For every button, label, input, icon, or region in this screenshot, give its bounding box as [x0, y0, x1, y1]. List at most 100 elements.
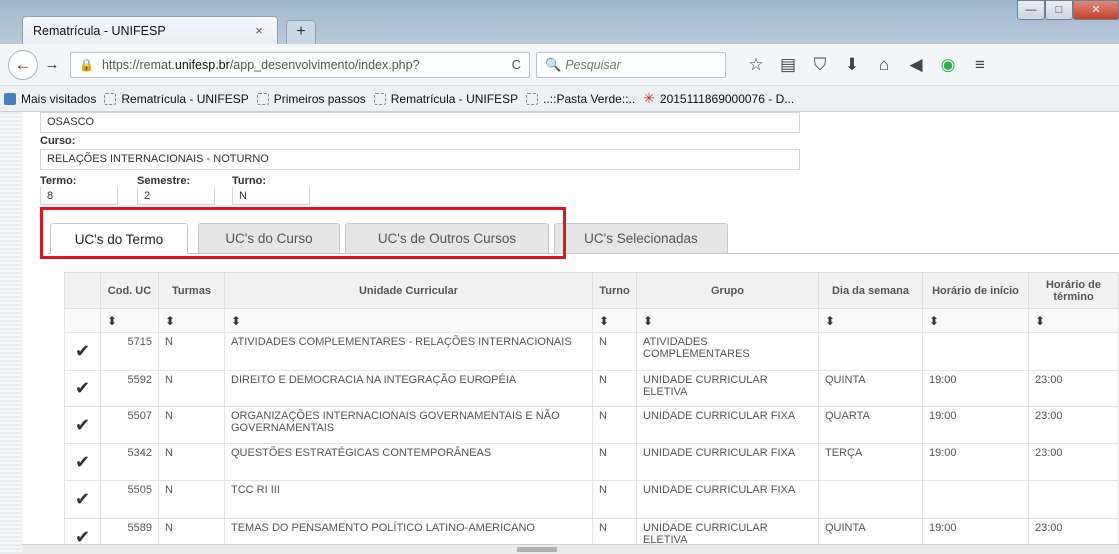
header-horario-inicio[interactable]: Horário de início	[922, 272, 1029, 309]
header-horario-termino[interactable]: Horário de término	[1028, 272, 1119, 309]
sort-icon[interactable]: ⬍	[100, 308, 159, 333]
reading-list-icon[interactable]: ▤	[772, 55, 804, 75]
page-icon	[104, 92, 117, 105]
window-close-button[interactable]: ✕	[1073, 0, 1119, 20]
header-dia-semana[interactable]: Dia da semana	[818, 272, 923, 309]
check-icon[interactable]: ✔	[64, 480, 101, 519]
asterisk-icon: ✳	[643, 90, 655, 106]
tab-title: Rematrícula - UNIFESP	[33, 23, 166, 38]
table-row[interactable]: ✔ 5342 N QUESTÕES ESTRATÉGICAS CONTEMPOR…	[64, 443, 1119, 481]
url-prefix: https://remat.	[101, 57, 175, 72]
scrollbar-thumb[interactable]	[517, 547, 557, 552]
cell-grupo: UNIDADE CURRICULAR FIXA	[636, 480, 819, 519]
bookmarks-bar: Mais visitados Rematrícula - UNIFESP Pri…	[0, 86, 1119, 112]
table-header-row: Cod. UC Turmas Unidade Curricular Turno …	[64, 272, 1119, 309]
uc-table: Cod. UC Turmas Unidade Curricular Turno …	[64, 272, 1119, 554]
cell-termino: 23:00	[1028, 443, 1119, 481]
table-row[interactable]: ✔ 5715 N ATIVIDADES COMPLEMENTARES - REL…	[64, 332, 1119, 371]
header-cod-uc[interactable]: Cod. UC	[100, 272, 159, 309]
bookmark-rematricula-1[interactable]: Rematrícula - UNIFESP	[104, 92, 249, 106]
cell-uc: QUESTÕES ESTRATÉGICAS CONTEMPORÂNEAS	[224, 443, 593, 481]
minimize-button[interactable]: —	[1017, 0, 1045, 20]
close-tab-icon[interactable]: ×	[251, 23, 267, 38]
reload-icon[interactable]: C	[512, 57, 521, 72]
bookmark-primeiros-passos[interactable]: Primeiros passos	[256, 91, 366, 106]
url-host: unifesp.br	[174, 57, 230, 72]
search-bar[interactable]: 🔍	[536, 51, 726, 78]
bookmark-label: Primeiros passos	[273, 91, 366, 106]
table-row[interactable]: ✔ 5507 N ORGANIZAÇÕES INTERNACIONAIS GOV…	[64, 406, 1119, 444]
turno-field: N	[232, 187, 310, 205]
header-turmas[interactable]: Turmas	[158, 272, 225, 309]
sort-icon[interactable]: ⬍	[818, 308, 923, 333]
highlight-box	[40, 207, 566, 259]
forward-button[interactable]: →	[40, 56, 64, 73]
sort-icon[interactable]: ⬍	[224, 308, 593, 333]
bookmark-label: ..::Pasta Verde::..	[543, 91, 636, 106]
check-icon[interactable]: ✔	[64, 370, 101, 407]
cell-cod: 5505	[100, 480, 159, 519]
cell-dia: TERÇA	[818, 443, 923, 481]
sort-icon[interactable]: ⬍	[636, 308, 819, 333]
check-icon[interactable]: ✔	[64, 406, 101, 444]
download-icon[interactable]: ⬇	[836, 55, 868, 75]
table-row[interactable]: ✔ 5592 N DIREITO E DEMOCRACIA NA INTEGRA…	[64, 370, 1119, 407]
bookmark-label: Mais visitados	[21, 91, 97, 106]
semestre-field: 2	[137, 187, 215, 205]
termo-field: 8	[40, 187, 118, 205]
bookmark-star-icon[interactable]: ☆	[740, 55, 772, 75]
sort-icon[interactable]: ⬍	[592, 308, 637, 333]
bookmark-mais-visitados[interactable]: Mais visitados	[4, 92, 96, 106]
maximize-button[interactable]: □	[1045, 0, 1073, 20]
left-gutter	[0, 112, 22, 554]
cell-dia	[818, 332, 923, 371]
table-row[interactable]: ✔ 5505 N TCC RI III N UNIDADE CURRICULAR…	[64, 480, 1119, 519]
cell-uc: ATIVIDADES COMPLEMENTARES - RELAÇÕES INT…	[224, 332, 593, 371]
cell-inicio	[922, 332, 1029, 371]
sort-icon[interactable]: ⬍	[1028, 308, 1119, 333]
pocket-icon[interactable]: ⛉	[804, 55, 836, 75]
cell-grupo: UNIDADE CURRICULAR FIXA	[636, 406, 819, 444]
sort-icon[interactable]: ⬍	[158, 308, 225, 333]
cell-turno: N	[592, 480, 637, 519]
termo-label: Termo:	[40, 175, 77, 187]
cell-turno: N	[592, 406, 637, 444]
new-tab-button[interactable]: +	[286, 20, 316, 44]
cell-turmas: N	[158, 443, 225, 481]
tab-ucs-selecionadas[interactable]: UC's Selecionadas	[554, 223, 728, 253]
header-turno[interactable]: Turno	[592, 272, 637, 309]
bookmark-pasta-verde[interactable]: ..::Pasta Verde::..	[526, 92, 635, 106]
cell-turmas: N	[158, 370, 225, 407]
navigation-bar: ← → 🔒 https://remat.unifesp.br/app_desen…	[0, 44, 1119, 86]
url-text[interactable]: https://remat.unifesp.br/app_desenvolvim…	[102, 58, 512, 72]
curso-field: RELAÇÕES INTERNACIONAIS - NOTURNO	[40, 149, 800, 170]
semestre-label: Semestre:	[137, 175, 191, 187]
cell-turmas: N	[158, 480, 225, 519]
search-input[interactable]	[565, 57, 706, 72]
menu-icon[interactable]: ≡	[964, 55, 996, 75]
send-icon[interactable]: ◀	[900, 55, 932, 75]
check-icon[interactable]: ✔	[64, 332, 101, 371]
back-button[interactable]: ←	[8, 49, 38, 80]
horizontal-scrollbar[interactable]	[22, 544, 1119, 554]
cell-inicio: 19:00	[922, 370, 1029, 407]
sort-icon[interactable]: ⬍	[922, 308, 1029, 333]
bookmark-rematricula-2[interactable]: Rematrícula - UNIFESP	[373, 92, 518, 106]
url-bar[interactable]: 🔒 https://remat.unifesp.br/app_desenvolv…	[70, 51, 530, 78]
page-icon	[526, 92, 539, 105]
window-controls: — □ ✕	[1017, 0, 1119, 22]
check-icon[interactable]: ✔	[64, 443, 101, 481]
cell-uc: TCC RI III	[224, 480, 593, 519]
bookmark-protocol[interactable]: ✳ 2015111869000076 - D...	[643, 90, 794, 107]
cell-turmas: N	[158, 332, 225, 371]
cell-turno: N	[592, 332, 637, 371]
cell-cod: 5342	[100, 443, 159, 481]
header-grupo[interactable]: Grupo	[636, 272, 819, 309]
header-unidade-curricular[interactable]: Unidade Curricular	[224, 272, 593, 309]
browser-tab[interactable]: Rematrícula - UNIFESP ×	[22, 16, 278, 44]
folder-icon	[4, 92, 16, 105]
home-icon[interactable]: ⌂	[868, 55, 900, 75]
extension-icon[interactable]: ◉	[932, 55, 964, 75]
cell-inicio: 19:00	[922, 443, 1029, 481]
header-check	[64, 272, 101, 309]
